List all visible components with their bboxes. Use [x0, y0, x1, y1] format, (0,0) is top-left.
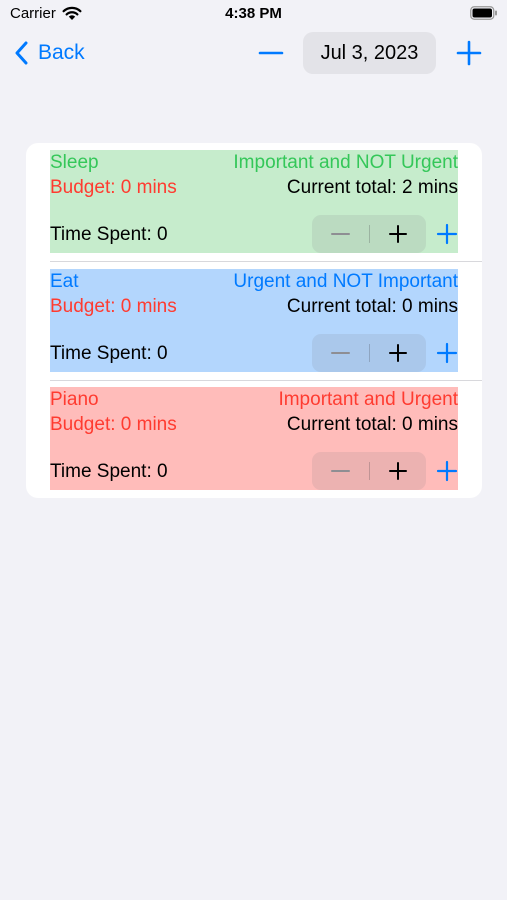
- task-row: Sleep Important and NOT Urgent Budget: 0…: [50, 150, 458, 253]
- nav-bar: Back Jul 3, 2023: [0, 30, 507, 76]
- task-priority: Urgent and NOT Important: [233, 271, 458, 292]
- time-stepper: [312, 452, 426, 490]
- stepper-increment-button[interactable]: [370, 215, 426, 253]
- task-name: Piano: [50, 389, 99, 410]
- time-stepper: [312, 215, 426, 253]
- task-priority: Important and NOT Urgent: [233, 152, 458, 173]
- row-divider: [50, 261, 482, 262]
- stepper-increment-button[interactable]: [370, 334, 426, 372]
- stepper-decrement-button[interactable]: [312, 452, 369, 490]
- task-time-spent: Time Spent: 0: [50, 343, 168, 364]
- stepper-decrement-button[interactable]: [312, 215, 369, 253]
- task-budget: Budget: 0 mins: [50, 177, 177, 198]
- task-current-total: Current total: 2 mins: [286, 177, 458, 198]
- task-current-total: Current total: 0 mins: [286, 296, 458, 317]
- status-bar: Carrier 4:38 PM: [0, 0, 507, 30]
- back-button[interactable]: Back: [14, 38, 85, 68]
- status-time: 4:38 PM: [225, 5, 282, 22]
- chevron-left-icon: [15, 41, 28, 65]
- add-time-button[interactable]: [434, 339, 460, 367]
- task-budget: Budget: 0 mins: [50, 414, 177, 435]
- date-picker-button[interactable]: Jul 3, 2023: [303, 32, 436, 74]
- stepper-decrement-button[interactable]: [312, 334, 369, 372]
- stepper-increment-button[interactable]: [370, 452, 426, 490]
- time-stepper: [312, 334, 426, 372]
- task-priority: Important and Urgent: [278, 389, 458, 410]
- add-time-button[interactable]: [434, 220, 460, 248]
- previous-date-button[interactable]: [254, 36, 288, 70]
- task-budget: Budget: 0 mins: [50, 296, 177, 317]
- task-row: Piano Important and Urgent Budget: 0 min…: [50, 387, 458, 490]
- task-current-total: Current total: 0 mins: [286, 414, 458, 435]
- task-time-spent: Time Spent: 0: [50, 224, 168, 245]
- next-date-button[interactable]: [452, 36, 486, 70]
- task-name: Sleep: [50, 152, 99, 173]
- add-time-button[interactable]: [434, 457, 460, 485]
- date-label: Jul 3, 2023: [320, 41, 419, 64]
- task-row: Eat Urgent and NOT Important Budget: 0 m…: [50, 269, 458, 372]
- task-name: Eat: [50, 271, 79, 292]
- task-list-card: Sleep Important and NOT Urgent Budget: 0…: [26, 143, 482, 498]
- battery-icon: [470, 6, 497, 20]
- task-time-spent: Time Spent: 0: [50, 461, 168, 482]
- row-divider: [50, 380, 482, 381]
- screen: Carrier 4:38 PM Back Jul 3, 2023 Sleep I…: [0, 0, 507, 900]
- back-label: Back: [38, 41, 85, 64]
